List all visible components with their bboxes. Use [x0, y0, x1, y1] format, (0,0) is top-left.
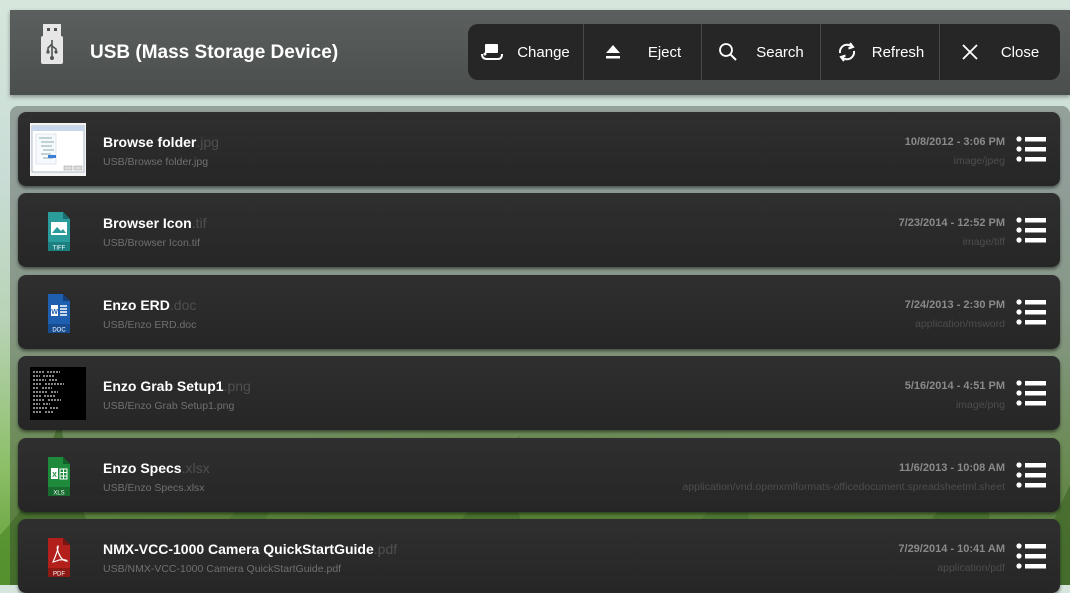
file-row-browse-folder[interactable]: Browse folder.jpg USB/Browse folder.jpg …: [18, 112, 1060, 186]
file-mime-type: image/tiff: [962, 236, 1005, 248]
file-extension: .jpg: [196, 134, 219, 150]
file-extension: .xlsx: [181, 460, 210, 476]
file-date: 11/6/2013 - 10:08 AM: [899, 462, 1005, 474]
top-bar: USB (Mass Storage Device) Change Eject S…: [10, 10, 1070, 95]
change-button[interactable]: Change: [468, 24, 584, 80]
file-row-enzo-specs[interactable]: X XLS Enzo Specs.xlsx USB/Enzo Specs.xls…: [18, 438, 1060, 512]
list-menu-icon[interactable]: [1016, 542, 1046, 570]
file-path: USB/NMX-VCC-1000 Camera QuickStartGuide.…: [103, 563, 342, 575]
file-mime-type: application/vnd.openxmlformats-officedoc…: [682, 481, 1005, 493]
usb-drive-icon: [41, 24, 63, 64]
file-path: USB/Enzo Grab Setup1.png: [103, 400, 235, 412]
file-extension: .png: [223, 378, 251, 394]
file-row-enzo-erd[interactable]: W DOC Enzo ERD.doc USB/Enzo ERD.doc 7/24…: [18, 275, 1060, 349]
file-path: USB/Browse folder.jpg: [103, 156, 209, 168]
svg-text:W: W: [51, 309, 58, 316]
file-name: NMX-VCC-1000 Camera QuickStartGuide.pdf: [103, 541, 398, 557]
pdf-file-icon: PDF: [48, 538, 70, 578]
file-extension: .doc: [169, 297, 197, 313]
file-date: 7/29/2014 - 10:41 AM: [898, 543, 1005, 555]
file-path: USB/Browser Icon.tif: [103, 237, 200, 249]
file-path: USB/Enzo ERD.doc: [103, 319, 197, 331]
list-menu-icon[interactable]: [1016, 135, 1046, 163]
eject-button[interactable]: Eject: [584, 24, 702, 80]
refresh-label: Refresh: [871, 43, 925, 61]
eject-label: Eject: [647, 43, 682, 61]
file-extension: .tif: [191, 215, 207, 231]
file-extension: .pdf: [373, 541, 398, 557]
file-row-browser-icon[interactable]: TIFF Browser Icon.tif USB/Browser Icon.t…: [18, 193, 1060, 267]
file-name: Browse folder.jpg: [103, 134, 219, 150]
file-name: Enzo ERD.doc: [103, 297, 197, 313]
tiff-label: TIFF: [53, 246, 66, 252]
page-title: USB (Mass Storage Device): [90, 42, 339, 63]
toolbar: Change Eject Search Refresh Close: [468, 24, 1060, 80]
file-row-enzo-grab-setup1[interactable]: Enzo Grab Setup1.png USB/Enzo Grab Setup…: [18, 356, 1060, 430]
svg-text:X: X: [52, 472, 57, 479]
file-date: 7/24/2013 - 2:30 PM: [904, 299, 1005, 311]
storage-change-icon: [481, 44, 504, 60]
search-label: Search: [756, 43, 804, 61]
file-name: Enzo Grab Setup1.png: [103, 378, 251, 394]
close-label: Close: [1000, 43, 1040, 61]
list-menu-icon[interactable]: [1016, 216, 1046, 244]
change-label: Change: [517, 43, 570, 61]
eject-icon: [605, 45, 620, 59]
file-name: Enzo Specs.xlsx: [103, 460, 210, 476]
file-date: 5/16/2014 - 4:51 PM: [904, 380, 1005, 392]
file-date: 10/8/2012 - 3:06 PM: [904, 136, 1005, 148]
file-mime-type: image/jpeg: [953, 155, 1005, 167]
file-mime-type: image/png: [955, 399, 1005, 411]
list-menu-icon[interactable]: [1016, 298, 1046, 326]
list-menu-icon[interactable]: [1016, 379, 1046, 407]
xls-label: XLS: [53, 491, 64, 497]
doc-file-icon: W DOC: [48, 294, 70, 334]
file-name: Browser Icon.tif: [103, 215, 207, 231]
search-button[interactable]: Search: [702, 24, 821, 80]
xls-file-icon: X XLS: [48, 457, 70, 497]
doc-label: DOC: [52, 328, 66, 334]
tiff-file-icon: TIFF: [48, 212, 70, 252]
refresh-button[interactable]: Refresh: [821, 24, 940, 80]
file-row-nmx-vcc-1000-guide[interactable]: PDF NMX-VCC-1000 Camera QuickStartGuide.…: [18, 519, 1060, 593]
search-icon: [719, 43, 737, 61]
file-date: 7/23/2014 - 12:52 PM: [898, 217, 1005, 229]
terminal-screenshot-thumbnail: [30, 367, 86, 420]
close-button[interactable]: Close: [940, 24, 1060, 80]
file-mime-type: application/msword: [915, 318, 1005, 330]
close-icon: [962, 44, 978, 60]
refresh-icon: [838, 42, 855, 62]
file-mime-type: application/pdf: [937, 562, 1005, 574]
file-path: USB/Enzo Specs.xlsx: [103, 482, 205, 494]
screenshot-thumbnail: [30, 123, 86, 176]
pdf-label: PDF: [53, 572, 65, 578]
list-menu-icon[interactable]: [1016, 461, 1046, 489]
